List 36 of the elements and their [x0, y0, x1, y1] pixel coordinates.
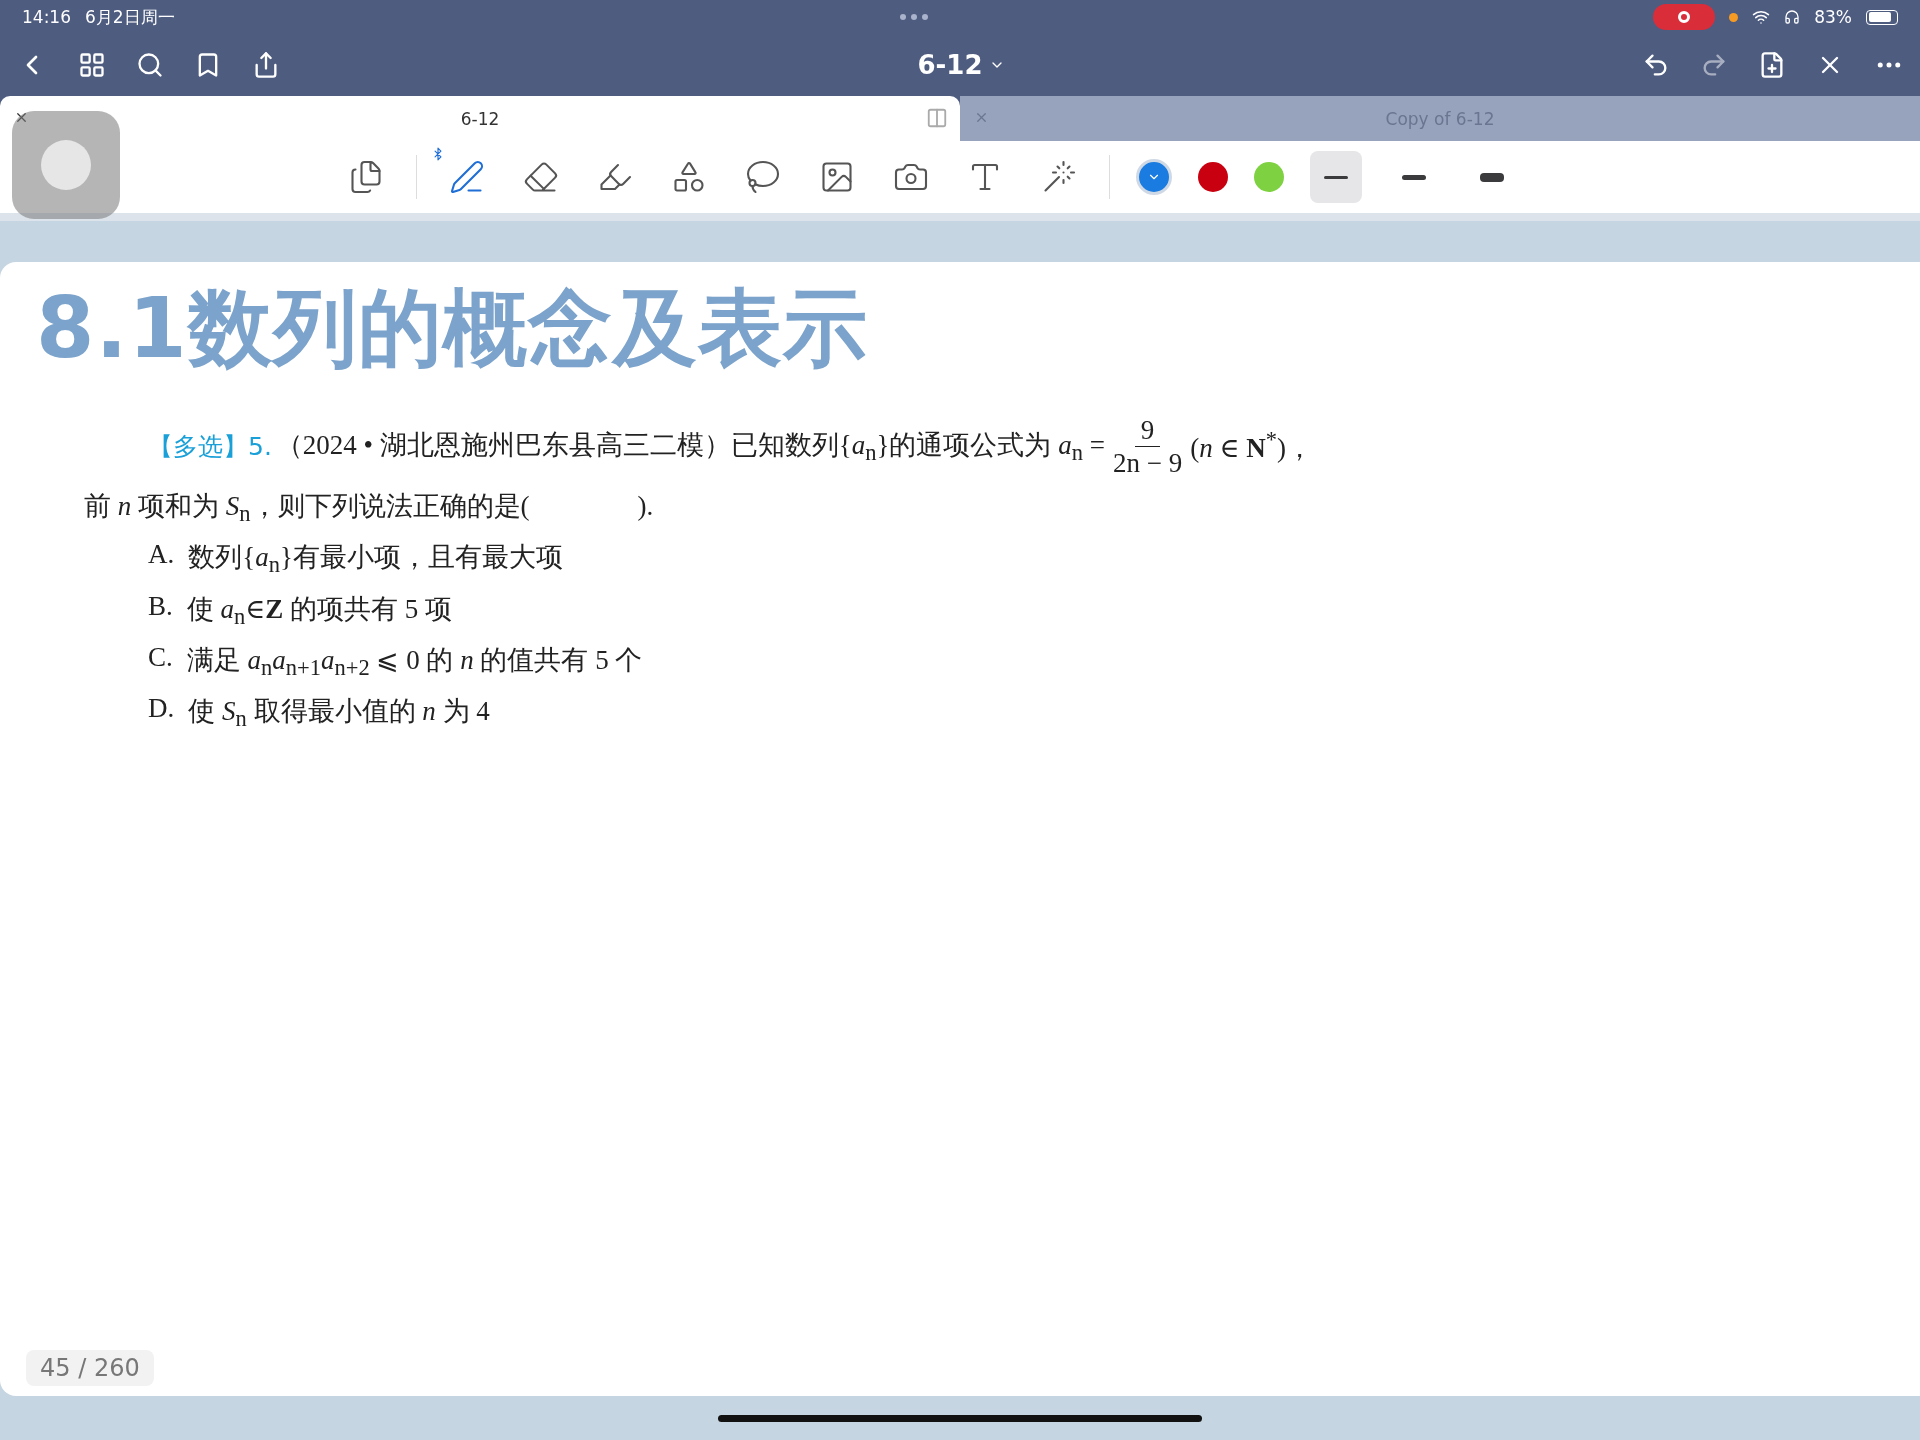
headphones-icon — [1784, 9, 1801, 25]
pen-icon[interactable] — [449, 159, 485, 195]
option-text: 满足 a$_{n}$a$_{n+1}$a$_{n+2}$ ⩽ 0 的 n 的值共有 5 个 — [186, 643, 643, 682]
close-tab-icon[interactable] — [14, 110, 29, 125]
option-text: 使 a$_{n}$∈Z 的项共有 5 项 — [186, 592, 453, 630]
option-label: C. — [148, 641, 173, 674]
question-tag: 【多选】5. — [148, 430, 272, 464]
option-text: 使 S$_{n}$ 取得最小值的 n 为 4 — [188, 695, 490, 733]
fraction: 9 2n − 9 — [1113, 414, 1183, 480]
home-indicator[interactable] — [718, 1414, 1202, 1422]
grid-icon[interactable] — [78, 51, 106, 79]
mic-indicator-icon — [1729, 12, 1739, 22]
option-label: A. — [148, 539, 175, 572]
option-label: D. — [148, 693, 175, 726]
option-text: 数列{a$_{n}$}有最小项，且有最大项 — [188, 541, 563, 579]
color-swatch[interactable] — [1254, 162, 1284, 192]
color-swatch[interactable] — [1136, 159, 1172, 195]
question-text: （2024 • 湖北恩施州巴东县高三二模）已知数列{a$_{n}$}的通项公式为 a$_{n}$ = — [275, 429, 1105, 467]
multitask-dots-icon[interactable] — [899, 14, 928, 20]
status-date: 6月2日周一 — [85, 5, 175, 29]
search-icon[interactable] — [136, 51, 164, 79]
battery-percent: 83% — [1814, 7, 1852, 27]
document-tab[interactable]: 6-12 — [0, 96, 960, 141]
question-text: (n ∈ N$^{*}$)， — [1190, 427, 1313, 466]
document-title-menu[interactable]: 6-12 — [911, 49, 1011, 81]
page-number: 45 / 260 — [26, 1350, 154, 1386]
image-icon[interactable] — [819, 159, 855, 195]
option-label: B. — [148, 590, 173, 623]
lasso-icon[interactable] — [745, 159, 781, 195]
battery-icon — [1866, 9, 1898, 25]
color-swatch[interactable] — [1198, 162, 1228, 192]
status-time: 14:16 — [22, 7, 71, 27]
stroke-width-button[interactable] — [1310, 151, 1362, 203]
section-heading: 8.1数列的概念及表示 — [36, 278, 869, 379]
question-text: 前 n 项和为 S$_{n}$，则下列说法正确的是( ). — [84, 489, 655, 528]
wifi-icon — [1752, 8, 1771, 26]
